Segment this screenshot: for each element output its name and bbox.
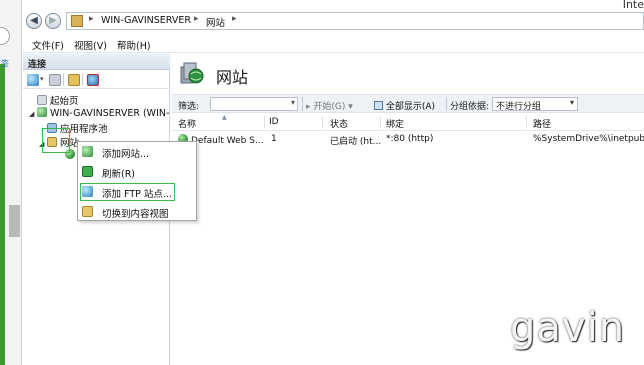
cell-path: %SystemDrive%\inetpub\ <box>533 134 644 144</box>
server-icon <box>37 107 47 117</box>
cell-id: 1 <box>271 134 277 144</box>
save-icon[interactable] <box>49 74 61 86</box>
menu-item-content-view[interactable]: 切换到内容视图 <box>78 202 196 222</box>
connections-header: 连接 <box>23 54 170 70</box>
sort-caret-icon: ▲ <box>222 114 227 121</box>
toolbar-divider <box>446 97 447 111</box>
cell-binding: *:80 (http) <box>386 134 434 144</box>
chevron-down-icon[interactable]: ▾ <box>40 75 44 83</box>
collapse-triangle-icon[interactable]: ◢ <box>29 110 37 118</box>
connections-title: 连接 <box>28 60 47 70</box>
sites-globe-icon <box>180 61 204 85</box>
start-icon: ▸ <box>306 102 311 112</box>
toolbar-divider <box>302 97 303 111</box>
toolbar-divider <box>82 73 83 86</box>
toolbar-divider <box>63 73 64 86</box>
up-level-icon[interactable] <box>68 74 80 86</box>
group-by-select[interactable]: 不进行分组 <box>492 97 578 112</box>
filter-toolbar: 筛选: ▾ ▸ 开始(G) ▾ 全部显示(A) 分组依据: 不进行分组 ▾ <box>172 94 644 113</box>
outer-green-bar <box>0 64 5 365</box>
address-bar[interactable]: ▸ WIN-GAVINSERVER ▸ 网站 ▸ <box>66 12 644 30</box>
connections-toolbar: ▾ <box>23 71 170 89</box>
breadcrumb-host[interactable]: WIN-GAVINSERVER <box>101 15 191 26</box>
chevron-down-icon[interactable]: ▾ <box>570 98 574 107</box>
tree-item-start-page[interactable]: 起始页 <box>29 93 79 107</box>
breadcrumb-sites[interactable]: 网站 <box>206 15 225 29</box>
back-button[interactable]: ◀ <box>26 13 42 29</box>
menu-item-refresh[interactable]: 刷新(R) <box>78 162 196 182</box>
column-name[interactable]: 名称 <box>178 117 196 130</box>
column-path[interactable]: 路径 <box>533 117 551 130</box>
sites-node-highlight <box>42 128 70 153</box>
iis-manager-window: Inte ◀ ▶ ▸ WIN-GAVINSERVER ▸ 网站 ▸ 文件(F) … <box>23 0 644 365</box>
breadcrumb-separator-icon: ▸ <box>194 14 199 24</box>
ftp-item-highlight <box>80 183 175 201</box>
tree-item-server[interactable]: ◢ WIN-GAVINSERVER (WIN- <box>29 107 169 120</box>
show-all-button[interactable]: 全部显示(A) <box>374 99 435 112</box>
menu-help[interactable]: 帮助(H) <box>117 38 151 52</box>
address-bar-row: ◀ ▶ ▸ WIN-GAVINSERVER ▸ 网站 ▸ <box>23 10 644 32</box>
connect-icon[interactable] <box>27 74 39 86</box>
start-button[interactable]: ▸ 开始(G) ▾ <box>306 99 353 112</box>
add-website-icon <box>82 146 93 157</box>
chevron-down-icon[interactable]: ▾ <box>291 98 295 107</box>
cell-name: Default Web S... <box>191 136 264 146</box>
outer-blue-fragment: 签 <box>1 59 9 68</box>
forward-button[interactable]: ▶ <box>45 13 61 29</box>
refresh-icon <box>82 166 93 177</box>
start-page-icon <box>37 95 47 105</box>
context-menu: 添加网站... 刷新(R) 添加 FTP 站点... 切换到内容视图 <box>77 141 197 221</box>
table-row[interactable]: Default Web S... 1 已启动 (ht... *:80 (http… <box>172 133 644 147</box>
cell-status: 已启动 (ht... <box>330 137 382 147</box>
column-id[interactable]: ID <box>269 117 279 127</box>
server-folder-icon <box>71 15 83 27</box>
menu-file[interactable]: 文件(F) <box>32 38 64 52</box>
column-binding[interactable]: 绑定 <box>386 117 404 130</box>
page-title: 网站 <box>216 68 249 87</box>
chevron-down-icon: ▾ <box>348 102 353 112</box>
show-all-icon <box>374 101 383 110</box>
filter-label: 筛选: <box>178 102 200 112</box>
breadcrumb-separator-icon: ▸ <box>232 14 237 24</box>
menu-item-add-ftp-site[interactable]: 添加 FTP 站点... <box>78 182 196 202</box>
watermark-text: gavin <box>510 305 626 351</box>
menu-item-add-website[interactable]: 添加网站... <box>78 142 196 162</box>
outer-scrollbar-thumb[interactable] <box>9 205 20 237</box>
table-header: ▲ 名称 ID 状态 绑定 路径 <box>172 114 644 131</box>
menu-bar: 文件(F) 视图(V) 帮助(H) <box>23 35 644 53</box>
menu-view[interactable]: 视图(V) <box>74 38 107 52</box>
disconnect-icon[interactable] <box>87 74 99 86</box>
column-status[interactable]: 状态 <box>330 117 348 130</box>
breadcrumb-separator-icon: ▸ <box>89 14 94 24</box>
filter-input[interactable] <box>210 97 298 111</box>
content-view-icon <box>82 206 93 217</box>
group-by-label: 分组依据: <box>450 102 490 112</box>
